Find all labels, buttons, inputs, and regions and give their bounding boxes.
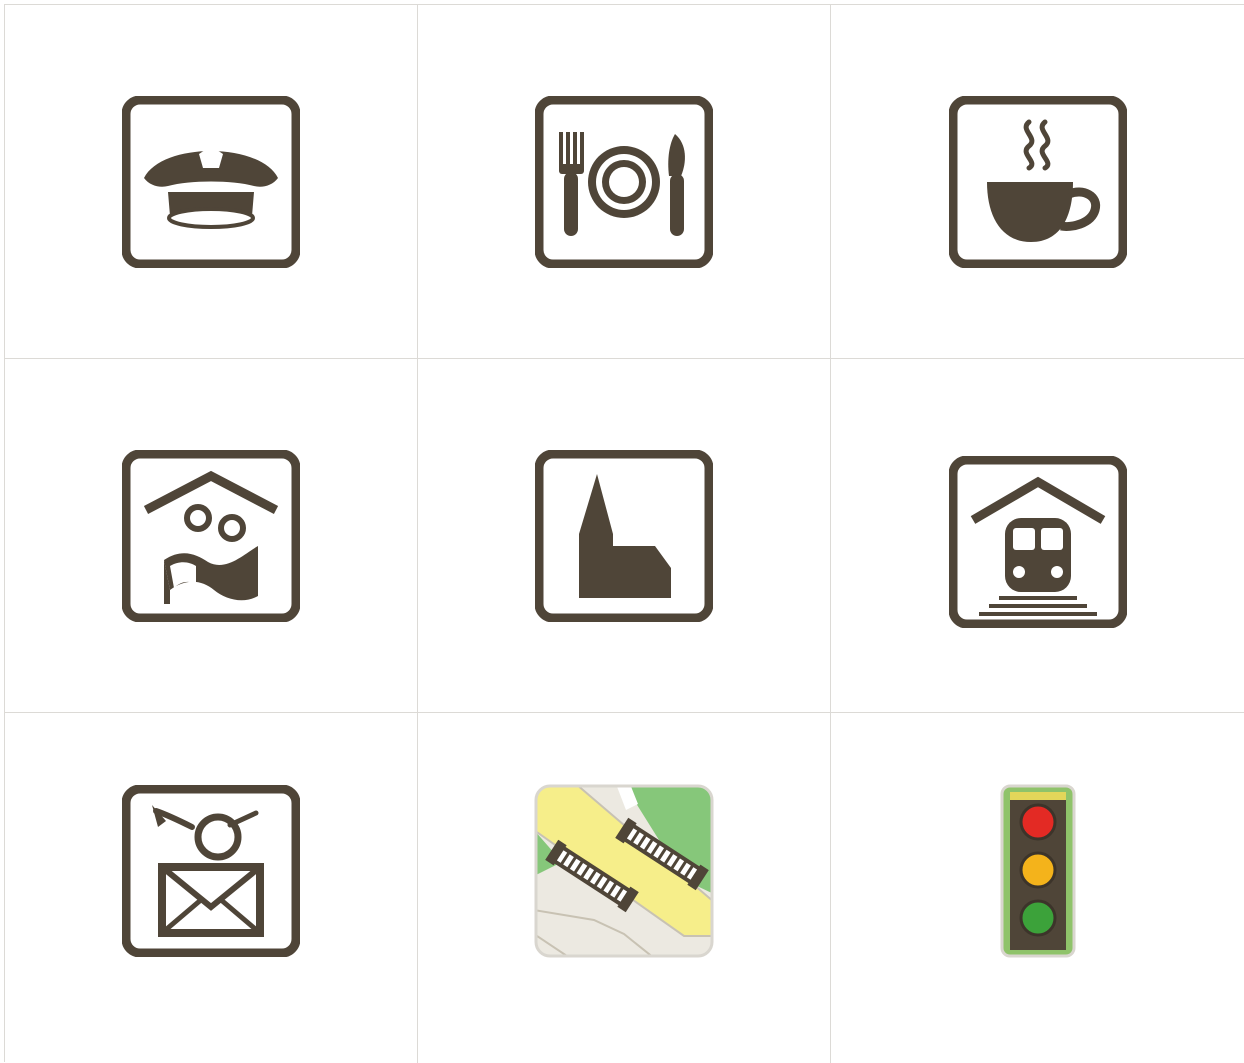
post-office-icon	[122, 785, 300, 957]
train-station-icon	[948, 455, 1127, 628]
grid-cell-church[interactable]	[418, 359, 831, 713]
police-cap-icon	[122, 95, 300, 268]
grid-cell-traffic-light[interactable]	[831, 713, 1244, 1063]
cafe-icon	[948, 95, 1127, 268]
tourist-info-icon	[122, 449, 300, 622]
icon-grid	[4, 4, 1244, 1063]
grid-cell-post-office[interactable]	[5, 713, 418, 1063]
restaurant-icon	[535, 95, 713, 268]
grid-cell-railroad-crossing[interactable]	[418, 713, 831, 1063]
grid-cell-tourist-info[interactable]	[5, 359, 418, 713]
church-icon	[535, 449, 713, 622]
grid-cell-police[interactable]	[5, 5, 418, 359]
traffic-light-icon	[1000, 784, 1075, 958]
grid-cell-cafe[interactable]	[831, 5, 1244, 359]
railroad-crossing-map-icon	[534, 784, 714, 958]
grid-cell-restaurant[interactable]	[418, 5, 831, 359]
grid-cell-train-station[interactable]	[831, 359, 1244, 713]
